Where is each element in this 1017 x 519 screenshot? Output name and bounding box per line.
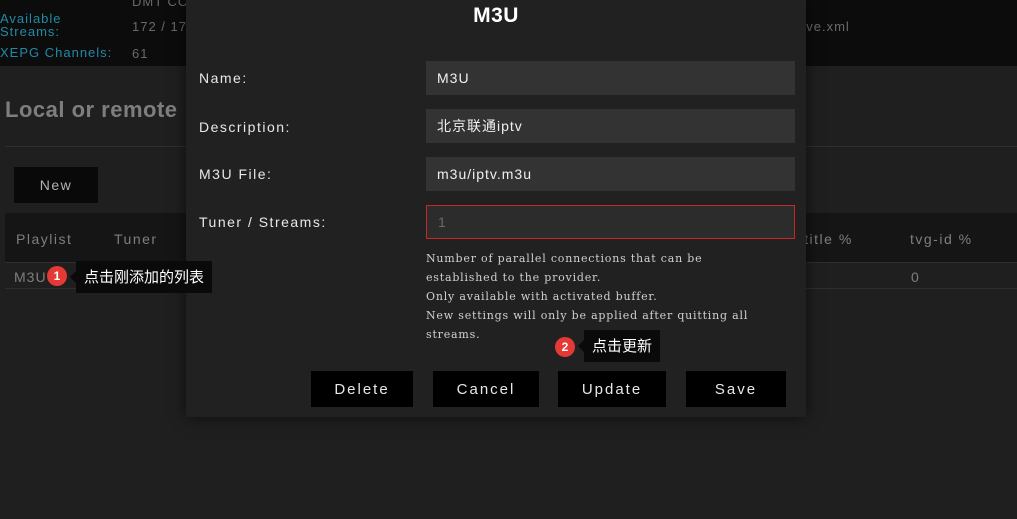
step-1-badge: 1 [47,266,67,286]
step-2-tooltip: 点击更新 [577,330,661,362]
dialog-title: M3U [473,4,519,27]
help-line: New settings will only be applied after … [426,309,749,322]
help-line: established to the provider. [426,271,602,284]
tuner-streams-field[interactable] [426,205,795,239]
step-1-tooltip: 点击刚添加的列表 [69,261,213,293]
m3u-file-label: M3U File: [199,166,273,182]
help-line: Number of parallel connections that can … [426,252,703,265]
m3u-file-field[interactable] [426,157,795,191]
description-field[interactable] [426,109,795,143]
save-button[interactable]: Save [686,371,786,407]
name-field[interactable] [426,61,795,95]
delete-button[interactable]: Delete [311,371,413,407]
update-button[interactable]: Update [558,371,666,407]
name-label: Name: [199,70,248,86]
tuner-streams-label: Tuner / Streams: [199,214,327,230]
cancel-button[interactable]: Cancel [433,371,539,407]
description-label: Description: [199,119,291,135]
step-2-badge: 2 [555,337,575,357]
playlist-edit-dialog: M3U Name: Description: M3U File: Tuner /… [186,0,806,417]
help-line: Only available with activated buffer. [426,290,658,303]
